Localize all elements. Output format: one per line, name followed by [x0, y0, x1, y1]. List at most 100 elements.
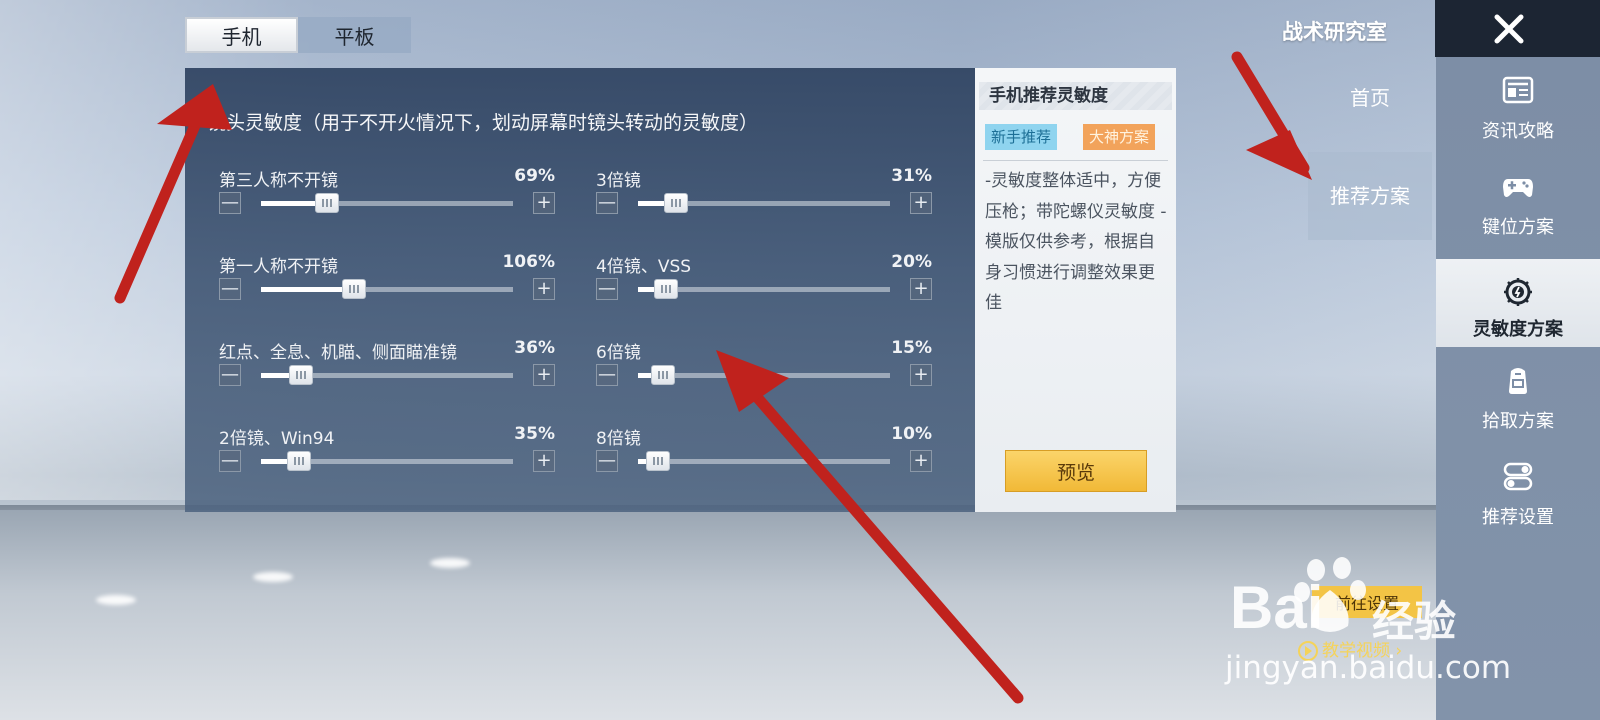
floor-light [253, 572, 293, 582]
side-item-recommended-settings[interactable]: 推荐设置 [1436, 443, 1600, 539]
sensitivity-slider-row: 红点、全息、机瞄、侧面瞄准镜 36% — + [219, 338, 555, 398]
card-title: 手机推荐灵敏度 [979, 82, 1172, 110]
svg-text:Bai: Bai [1230, 574, 1323, 641]
slider-track[interactable] [638, 365, 890, 385]
increase-button[interactable]: + [533, 278, 555, 300]
toggle-icon [1503, 462, 1533, 491]
slider-label: 6倍镜 [596, 343, 641, 363]
grip-icon [322, 199, 332, 207]
sensitivity-slider-row: 8倍镜 10% — + [596, 424, 932, 484]
decrease-button[interactable]: — [219, 364, 241, 386]
card-divider [983, 160, 1168, 161]
increase-button[interactable]: + [910, 278, 932, 300]
slider-track[interactable] [261, 193, 513, 213]
sensitivity-slider-row: 第一人称不开镜 106% — + [219, 252, 555, 312]
slider-value: 10% [891, 424, 932, 444]
recommendation-card: 手机推荐灵敏度 新手推荐 大神方案 -灵敏度整体适中，方便压枪；带陀螺仪灵敏度 … [975, 68, 1176, 512]
tab-phone[interactable]: 手机 [185, 17, 298, 53]
sub-nav: 首页 推荐方案 [1308, 56, 1432, 520]
slider-track[interactable] [638, 279, 890, 299]
slider-value: 36% [514, 338, 555, 358]
grip-icon [294, 457, 304, 465]
app-title: 战术研究室 [1282, 20, 1387, 44]
decrease-button[interactable]: — [596, 192, 618, 214]
slider-label: 8倍镜 [596, 429, 641, 449]
side-item-news[interactable]: 资讯攻略 [1436, 57, 1600, 153]
increase-button[interactable]: + [533, 364, 555, 386]
slider-value: 20% [891, 252, 932, 272]
slider-label: 红点、全息、机瞄、侧面瞄准镜 [219, 343, 457, 363]
device-tabs: 手机 平板 [185, 17, 411, 53]
slider-track[interactable] [261, 279, 513, 299]
slider-handle[interactable] [315, 193, 339, 213]
side-item-label: 资讯攻略 [1482, 121, 1554, 142]
slider-value: 69% [514, 166, 555, 186]
slider-value: 106% [502, 252, 555, 272]
increase-button[interactable]: + [533, 192, 555, 214]
side-item-label: 键位方案 [1482, 217, 1554, 238]
tab-tablet[interactable]: 平板 [298, 17, 411, 53]
panel-title: 镜头灵敏度（用于不开火情况下，划动屏幕时镜头转动的灵敏度） [207, 112, 759, 134]
side-item-sensitivity[interactable]: 灵敏度方案 [1436, 259, 1600, 347]
news-icon [1502, 76, 1534, 104]
decrease-button[interactable]: — [219, 278, 241, 300]
slider-value: 15% [891, 338, 932, 358]
newbie-recommend-button[interactable]: 新手推荐 [985, 124, 1058, 150]
sensitivity-slider-row: 6倍镜 15% — + [596, 338, 932, 398]
pro-plan-button[interactable]: 大神方案 [1083, 124, 1156, 150]
slider-label: 3倍镜 [596, 171, 641, 191]
slider-handle[interactable] [342, 279, 366, 299]
side-item-keymap[interactable]: 键位方案 [1436, 153, 1600, 249]
slider-handle[interactable] [646, 451, 670, 471]
slider-track[interactable] [638, 193, 890, 213]
increase-button[interactable]: + [910, 192, 932, 214]
slider-label: 2倍镜、Win94 [219, 429, 335, 449]
decrease-button[interactable]: — [596, 278, 618, 300]
card-description: -灵敏度整体适中，方便压枪；带陀螺仪灵敏度 -模版仅供参考，根据自身习惯进行调整… [985, 171, 1167, 313]
decrease-button[interactable]: — [596, 364, 618, 386]
sensitivity-slider-row: 2倍镜、Win94 35% — + [219, 424, 555, 484]
grip-icon [661, 285, 671, 293]
floor-light [96, 595, 136, 605]
sensitivity-icon [1504, 278, 1532, 306]
increase-button[interactable]: + [910, 364, 932, 386]
grip-icon [658, 371, 668, 379]
gamepad-icon [1503, 179, 1533, 197]
slider-handle[interactable] [287, 451, 311, 471]
decrease-button[interactable]: — [219, 450, 241, 472]
slider-track[interactable] [261, 365, 513, 385]
sensitivity-slider-row: 4倍镜、VSS 20% — + [596, 252, 932, 312]
slider-handle[interactable] [654, 279, 678, 299]
sensitivity-slider-row: 第三人称不开镜 69% — + [219, 166, 555, 226]
decrease-button[interactable]: — [596, 450, 618, 472]
increase-button[interactable]: + [910, 450, 932, 472]
slider-fill [261, 287, 354, 292]
slider-handle[interactable] [664, 193, 688, 213]
nav-home[interactable]: 首页 [1308, 78, 1432, 118]
slider-track[interactable] [261, 451, 513, 471]
watermark-brand: 经验 [1372, 597, 1457, 646]
grip-icon [296, 371, 306, 379]
slider-handle[interactable] [289, 365, 313, 385]
side-item-label: 灵敏度方案 [1473, 319, 1563, 340]
grip-icon [671, 199, 681, 207]
increase-button[interactable]: + [533, 450, 555, 472]
preview-button[interactable]: 预览 [1005, 450, 1147, 492]
slider-label: 4倍镜、VSS [596, 257, 692, 277]
floor-light [430, 558, 470, 568]
close-icon[interactable] [1488, 8, 1530, 50]
slider-track[interactable] [638, 451, 890, 471]
side-item-label: 拾取方案 [1482, 411, 1554, 432]
grip-icon [653, 457, 663, 465]
slider-handle[interactable] [651, 365, 675, 385]
sensitivity-panel: 镜头灵敏度（用于不开火情况下，划动屏幕时镜头转动的灵敏度） 第三人称不开镜 69%… [185, 68, 975, 512]
grip-icon [349, 285, 359, 293]
watermark-url: jingyan.baidu.com [1225, 650, 1512, 686]
nav-recommended-plan[interactable]: 推荐方案 [1308, 152, 1432, 240]
slider-label: 第三人称不开镜 [219, 171, 338, 191]
slider-value: 31% [891, 166, 932, 186]
slider-label: 第一人称不开镜 [219, 257, 338, 277]
side-item-pickup[interactable]: 拾取方案 [1436, 347, 1600, 443]
decrease-button[interactable]: — [219, 192, 241, 214]
slider-value: 35% [514, 424, 555, 444]
